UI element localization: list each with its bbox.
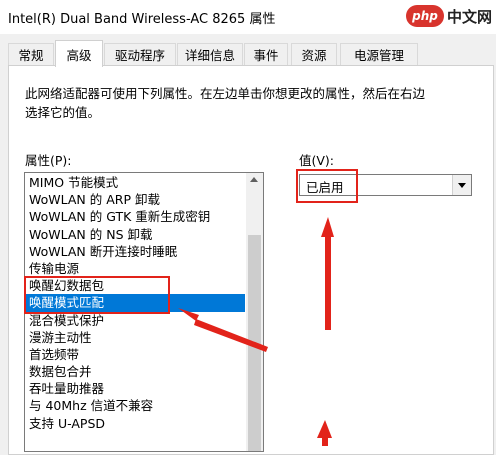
property-label: 属性(P): bbox=[25, 153, 72, 168]
php-logo-icon: php bbox=[405, 5, 444, 27]
scroll-up-arrow-icon[interactable] bbox=[250, 177, 258, 182]
advanced-panel: 此网络适配器可使用下列属性。在左边单击你想更改的属性，然后在右边选择它的值。 属… bbox=[8, 65, 494, 455]
list-item[interactable]: WoWLAN 的 GTK 重新生成密钥 bbox=[26, 208, 245, 225]
tab-details[interactable]: 详细信息 bbox=[177, 43, 243, 65]
list-item[interactable]: MIMO 节能模式 bbox=[26, 174, 245, 191]
value-dropdown[interactable]: 已启用 bbox=[299, 174, 472, 196]
list-item[interactable]: WoWLAN 的 NS 卸载 bbox=[26, 226, 245, 243]
list-item[interactable]: 唤醒幻数据包 bbox=[26, 277, 245, 294]
list-item[interactable]: 与 40Mhz 信道不兼容 bbox=[26, 397, 245, 414]
watermark: php 中文网 bbox=[405, 3, 492, 29]
value-label: 值(V): bbox=[299, 153, 335, 168]
panel-description: 此网络适配器可使用下列属性。在左边单击你想更改的属性，然后在右边选择它的值。 bbox=[25, 86, 426, 120]
tab-strip: 常规 高级 驱动程序 详细信息 事件 资源 电源管理 bbox=[8, 40, 492, 67]
tab-power-management[interactable]: 电源管理 bbox=[340, 43, 418, 65]
tab-events[interactable]: 事件 bbox=[244, 43, 288, 65]
listbox-scrollbar[interactable] bbox=[246, 173, 263, 451]
window-title: Intel(R) Dual Band Wireless-AC 8265 属性 bbox=[8, 12, 276, 27]
tab-general[interactable]: 常规 bbox=[8, 43, 54, 65]
value-dropdown-selected: 已启用 bbox=[306, 180, 344, 195]
tab-driver[interactable]: 驱动程序 bbox=[104, 43, 176, 65]
list-item[interactable]: 首选频带 bbox=[26, 346, 245, 363]
list-item[interactable]: WoWLAN 的 ARP 卸载 bbox=[26, 191, 245, 208]
title-bar: Intel(R) Dual Band Wireless-AC 8265 属性 p… bbox=[0, 0, 496, 34]
property-listbox[interactable]: MIMO 节能模式 WoWLAN 的 ARP 卸载 WoWLAN 的 GTK 重… bbox=[24, 172, 264, 452]
scrollbar-thumb[interactable] bbox=[248, 235, 261, 451]
tab-advanced[interactable]: 高级 bbox=[55, 40, 103, 67]
list-item[interactable]: 传输电源 bbox=[26, 260, 245, 277]
tab-resources[interactable]: 资源 bbox=[291, 43, 337, 65]
list-item[interactable]: WoWLAN 断开连接时睡眠 bbox=[26, 243, 245, 260]
watermark-text: 中文网 bbox=[446, 7, 492, 26]
list-item-selected[interactable]: 唤醒模式匹配 bbox=[26, 294, 245, 312]
list-item[interactable]: 支持 U-APSD bbox=[26, 415, 245, 432]
list-item[interactable]: 数据包合并 bbox=[26, 363, 245, 380]
list-item[interactable]: 吞吐量助推器 bbox=[26, 380, 245, 397]
list-item[interactable]: 漫游主动性 bbox=[26, 329, 245, 346]
dropdown-arrow-icon[interactable] bbox=[452, 175, 471, 195]
list-item[interactable]: 混合模式保护 bbox=[26, 312, 245, 329]
